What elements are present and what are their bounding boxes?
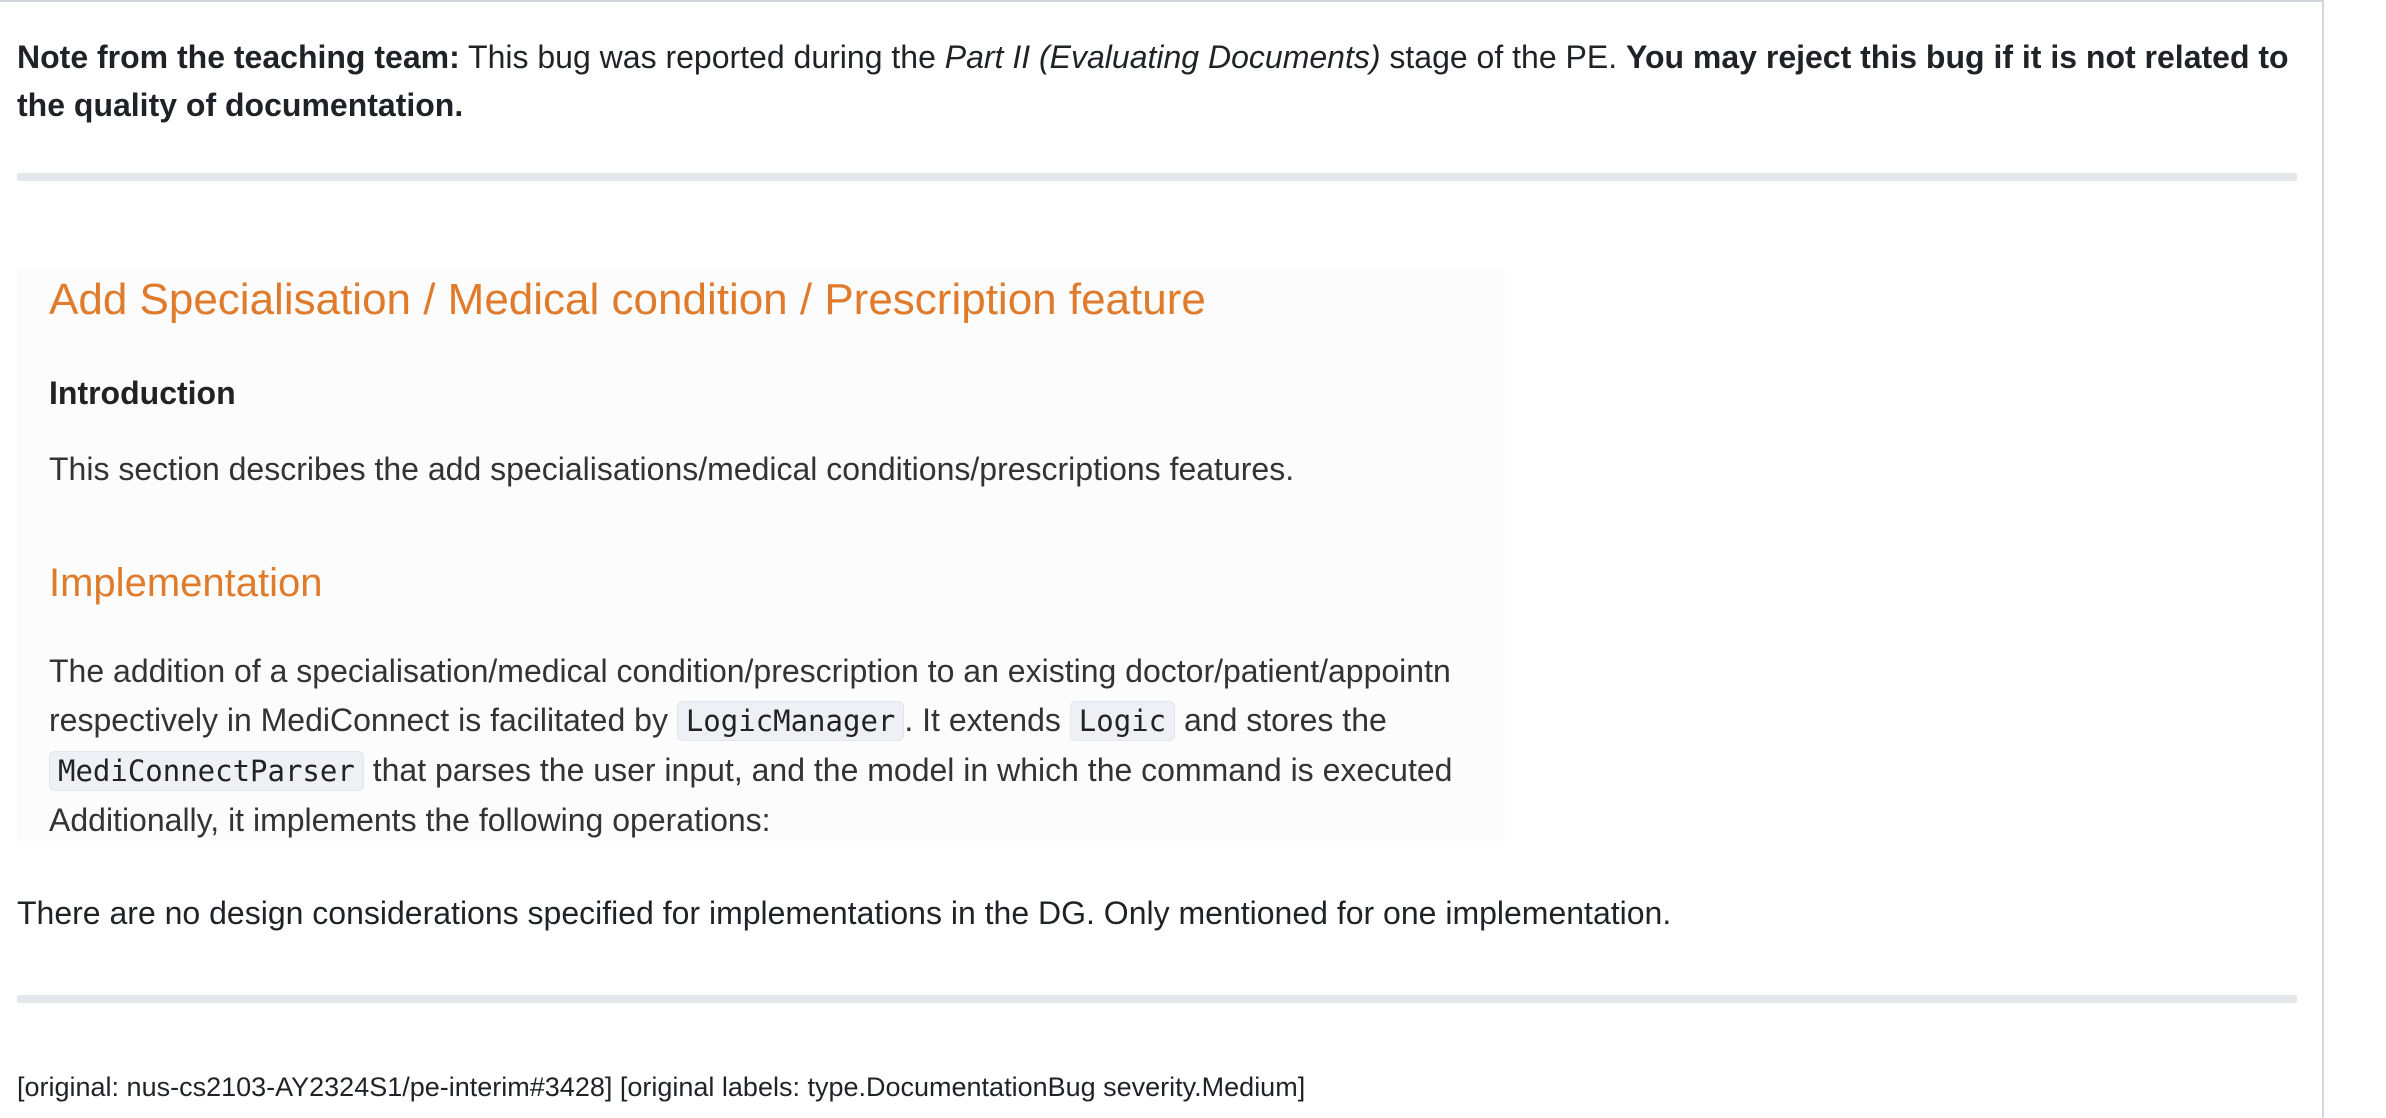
bug-comment: There are no design considerations speci… bbox=[17, 895, 1672, 931]
note-text-1: This bug was reported during the bbox=[459, 39, 945, 75]
divider bbox=[17, 173, 2297, 181]
divider bbox=[17, 995, 2297, 1003]
screenshot-intro-text: This section describes the add specialis… bbox=[49, 451, 1295, 487]
original-reference: [original: nus-cs2103-AY2324S1/pe-interi… bbox=[17, 1072, 1306, 1102]
screenshot-line-4: Additionally, it implements the followin… bbox=[49, 802, 771, 838]
note-lead: Note from the teaching team: bbox=[17, 39, 460, 75]
screenshot-line-2: respectively in MediConnect is facilitat… bbox=[49, 696, 1452, 746]
line3-text: that parses the user input, and the mode… bbox=[363, 752, 1453, 788]
screenshot-heading: Add Specialisation / Medical condition /… bbox=[49, 275, 1206, 324]
screenshot-intro-heading: Introduction bbox=[49, 375, 236, 411]
screenshot-impl-paragraph: The addition of a specialisation/medical… bbox=[49, 647, 1452, 841]
code-logic: Logic bbox=[1069, 701, 1176, 741]
note-stage: Part II (Evaluating Documents) bbox=[944, 39, 1381, 75]
teaching-team-note: Note from the teaching team: This bug wa… bbox=[17, 33, 2297, 129]
screenshot-line-1: The addition of a specialisation/medical… bbox=[49, 653, 1451, 689]
embedded-screenshot: Add Specialisation / Medical condition /… bbox=[17, 269, 1505, 841]
code-mediconnectparser: MediConnectParser bbox=[49, 751, 364, 791]
screenshot-line-3: MediConnectParser that parses the user i… bbox=[49, 746, 1452, 796]
code-logicmanager: LogicManager bbox=[676, 701, 905, 741]
line2-text-b: . It extends bbox=[904, 702, 1070, 738]
line2-text-c: and stores the bbox=[1175, 702, 1387, 738]
issue-body: Note from the teaching team: This bug wa… bbox=[17, 0, 2297, 1107]
note-text-2: stage of the PE. bbox=[1380, 39, 1626, 75]
screenshot-impl-heading: Implementation bbox=[49, 561, 323, 605]
line2-text-a: respectively in MediConnect is facilitat… bbox=[49, 702, 677, 738]
